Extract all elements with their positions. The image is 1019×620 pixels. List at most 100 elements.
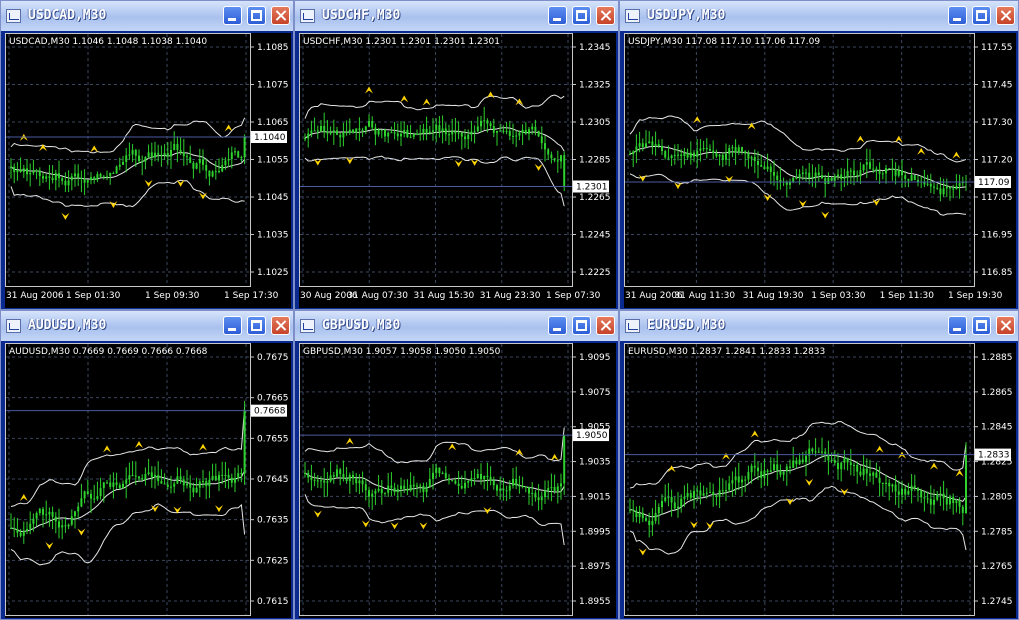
chart-header-ohlc: GBPUSD,M30 1.9057 1.9058 1.9050 1.9050 [303,347,501,357]
upper-band [304,427,565,464]
candlestick-series [304,434,566,511]
fractal-up-arrow-icon [930,462,938,470]
price-axis-label: 1.2865 [981,388,1013,398]
maximize-button[interactable] [247,316,266,335]
chart-area[interactable]: 1.1085 1.1075 1.1065 1.1055 1.1045 1.1035 1.10… [5,33,291,308]
close-button[interactable] [996,316,1015,335]
chart-header-ohlc: USDCAD,M30 1.1046 1.1048 1.1038 1.1040 [9,37,207,47]
window-titlebar[interactable]: USDJPY,M30 [620,1,1018,31]
price-axis-label: 1.8975 [579,562,611,572]
chart-window-audusd[interactable]: AUDUSD,M30 0.7675 0.7665 0.7655 0.7645 0.7635… [0,310,294,620]
candlestick-series [629,130,967,202]
time-axis-label: 31 Aug 11:30 [674,291,735,301]
chart-window-usdcad[interactable]: USDCAD,M30 1.1085 1.1075 1.1065 1.1055 1.1045… [0,0,294,310]
chart-window-usdchf[interactable]: USDCHF,M30 1.2345 1.2325 1.2305 1.2285 1.2265… [294,0,619,310]
chart-window-icon[interactable] [625,9,640,23]
fractal-up-arrow-icon [955,469,964,477]
chart-window-gbpusd[interactable]: GBPUSD,M30 1.9095 1.9075 1.9055 1.9035 1.9015… [294,310,619,620]
fractal-down-arrow-icon [144,179,153,187]
minimize-button[interactable] [223,316,242,335]
price-axis-label: 1.2785 [981,527,1013,537]
window-title: USDJPY,M30 [647,8,726,23]
price-axis-label: 0.7675 [257,353,289,363]
window-titlebar[interactable]: USDCHF,M30 [295,1,618,31]
chart-header-ohlc: EURUSD,M30 1.2837 1.2841 1.2833 1.2833 [628,347,825,357]
time-axis-label: 31 Aug 2006 [6,291,64,301]
price-chart-svg: 1.28851.28651.28451.28251.28051.27851.27… [624,343,1013,616]
chart-window-icon[interactable] [300,319,315,333]
fractal-up-arrow-icon [345,437,354,445]
price-axis-label: 117.55 [981,43,1013,53]
minimize-button[interactable] [948,6,967,25]
fractal-up-arrow-icon [515,98,524,106]
price-axis-label: 1.8955 [579,597,611,607]
close-button[interactable] [271,316,290,335]
fractal-up-arrow-icon [486,91,495,99]
maximize-button[interactable] [972,316,991,335]
fractal-up-arrow-icon [90,145,99,153]
price-chart-svg: 1.1085 1.1075 1.1065 1.1055 1.1045 1.1035 1.10… [5,33,289,301]
fractal-down-arrow-icon [390,522,399,530]
upper-band [10,117,246,154]
chart-window-icon[interactable] [625,319,640,333]
fractal-down-arrow-icon [798,200,807,208]
fractal-up-arrow-icon [365,86,373,94]
chart-window-usdjpy[interactable]: USDJPY,M30 117.55 117.45 117.30 117.20 117.05… [619,0,1019,310]
close-button[interactable] [596,6,615,25]
fractal-down-arrow-icon [534,163,543,171]
window-titlebar[interactable]: EURUSD,M30 [620,311,1018,341]
price-axis-label: 117.05 [981,193,1013,203]
price-axis-label: 1.1065 [257,118,289,128]
maximize-button[interactable] [247,6,266,25]
price-axis-label: 1.2845 [981,423,1013,433]
window-titlebar[interactable]: GBPUSD,M30 [295,311,618,341]
chart-area[interactable]: 1.9095 1.9075 1.9055 1.9035 1.9015 1.8995 1.89… [299,343,616,618]
window-titlebar[interactable]: AUDUSD,M30 [1,311,293,341]
chart-area[interactable]: 1.2885 1.2865 1.2845 1.2825 1.2805 1.2785 1.27… [624,343,1016,618]
chart-window-eurusd[interactable]: EURUSD,M30 1.2885 1.2865 1.2845 1.2825 1.2805… [619,310,1019,620]
price-axis-label: 1.1025 [257,268,289,278]
price-axis-label: 1.2885 [981,353,1013,363]
current-price-value: 1.2301 [576,183,608,193]
price-axis-label: 0.7655 [257,434,289,444]
chart-area[interactable]: 1.2345 1.2325 1.2305 1.2285 1.2265 1.2245 1.22… [299,33,616,308]
upper-band [304,94,565,119]
minimize-button[interactable] [548,316,567,335]
price-axis-label: 117.20 [981,156,1013,166]
price-axis-label: 1.9015 [579,492,611,502]
price-axis-label: 1.9075 [579,388,611,398]
maximize-button[interactable] [572,6,591,25]
fractal-up-arrow-icon [550,453,559,461]
chart-header-ohlc: AUDUSD,M30 0.7669 0.7669 0.7666 0.7668 [9,347,208,357]
price-axis-label: 117.45 [981,81,1013,91]
minimize-button[interactable] [223,6,242,25]
current-price-value: 1.9050 [576,431,608,441]
window-titlebar[interactable]: USDCAD,M30 [1,1,293,31]
fractal-up-arrow-icon [875,445,884,453]
chart-window-icon[interactable] [6,9,21,23]
time-axis-label: 31 Aug 15:30 [414,291,475,301]
price-axis-label: 1.1085 [257,43,289,53]
price-axis-label: 1.2285 [579,156,611,166]
maximize-button[interactable] [972,6,991,25]
chart-window-icon[interactable] [6,319,21,333]
minimize-button[interactable] [548,6,567,25]
close-button[interactable] [596,316,615,335]
fractal-down-arrow-icon [454,159,463,167]
chart-window-icon[interactable] [300,9,315,23]
current-price-value: 1.1040 [254,133,286,143]
chart-area[interactable]: 117.55 117.45 117.30 117.20 117.05 116.95 116.… [624,33,1016,308]
time-axis-label: 1 Sep 01:30 [66,291,121,301]
chart-area[interactable]: 0.7675 0.7665 0.7655 0.7645 0.7635 0.7625 0.76… [5,343,291,618]
price-chart-svg: 0.7675 0.7665 0.7655 0.7645 0.7635 0.7625 0.76… [5,343,289,616]
close-button[interactable] [271,6,290,25]
close-button[interactable] [996,6,1015,25]
maximize-button[interactable] [572,316,591,335]
fractal-down-arrow-icon [215,505,223,513]
minimize-button[interactable] [948,316,967,335]
price-axis-label: 0.7635 [257,516,289,526]
price-axis-label: 117.30 [981,118,1013,128]
fractal-up-arrow-icon [667,465,676,473]
time-axis-label: 1 Sep 19:30 [948,291,1003,301]
plot-frame [624,343,975,616]
